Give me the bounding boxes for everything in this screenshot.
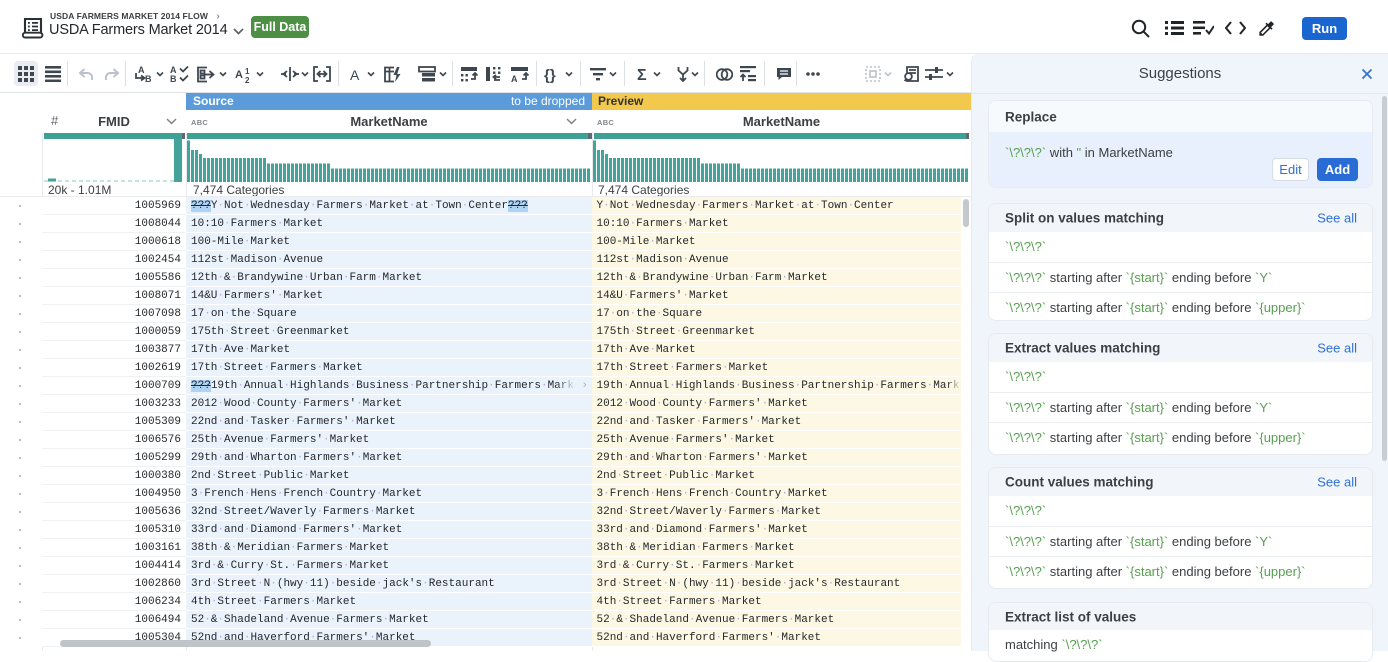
svg-text:A: A (511, 74, 518, 82)
svg-text:A: A (235, 69, 243, 81)
svg-text:{}: {} (544, 67, 556, 83)
svg-text:A: A (350, 67, 360, 81)
svg-text:Σ: Σ (637, 67, 647, 82)
svg-text:B: B (170, 74, 177, 83)
svg-text:1: 1 (245, 67, 250, 76)
svg-text:2: 2 (245, 76, 250, 83)
svg-text:A: A (138, 65, 145, 75)
svg-text:B: B (145, 74, 152, 83)
